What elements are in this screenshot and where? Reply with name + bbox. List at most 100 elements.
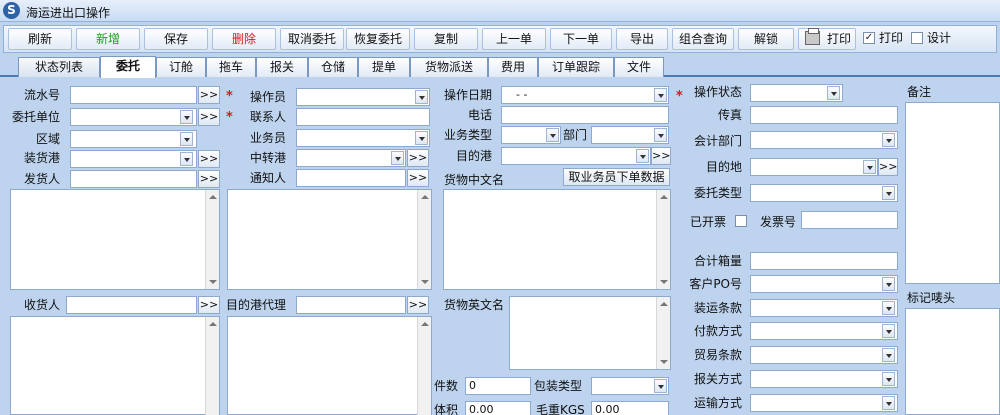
save-button[interactable]: 保存	[144, 28, 208, 50]
chevron-down-icon[interactable]	[391, 151, 404, 165]
consignee-textarea[interactable]	[10, 316, 220, 415]
transit-port-picker[interactable]: >>	[407, 149, 429, 167]
chevron-down-icon[interactable]	[882, 301, 895, 315]
area-select[interactable]	[70, 130, 197, 148]
chevron-down-icon[interactable]	[180, 132, 193, 146]
tab-status-list[interactable]: 状态列表	[18, 57, 100, 77]
tab-entrust[interactable]: 委托	[100, 56, 156, 78]
chevron-down-icon[interactable]	[415, 131, 428, 145]
combo-query-button[interactable]: 组合查询	[672, 28, 734, 50]
client-unit-select[interactable]	[70, 108, 197, 126]
customs-method-select[interactable]	[750, 370, 898, 388]
tab-customs[interactable]: 报关	[256, 57, 308, 77]
loading-port-picker[interactable]: >>	[198, 150, 220, 168]
print-checkbox[interactable]: ✓	[863, 32, 875, 44]
unlock-button[interactable]: 解锁	[738, 28, 794, 50]
chevron-down-icon[interactable]	[827, 86, 840, 100]
shipper-picker[interactable]: >>	[198, 170, 220, 188]
tab-trucking[interactable]: 拖车	[206, 57, 256, 77]
chevron-down-icon[interactable]	[863, 160, 876, 174]
serial-no-picker[interactable]: >>	[198, 86, 220, 104]
fetch-sales-data-button[interactable]: 取业务员下单数据	[563, 168, 670, 186]
prev-button[interactable]: 上一单	[482, 28, 546, 50]
dest-agent-scrollbar[interactable]	[417, 317, 431, 415]
chevron-down-icon[interactable]	[882, 372, 895, 386]
total-boxes-field[interactable]	[750, 252, 898, 270]
destination-picker[interactable]: >>	[878, 158, 898, 176]
dest-port-picker[interactable]: >>	[651, 147, 671, 165]
chevron-down-icon[interactable]	[654, 379, 667, 393]
tab-bill-of-lading[interactable]: 提单	[358, 57, 410, 77]
shipper-textarea[interactable]	[10, 189, 220, 290]
transit-port-select[interactable]	[296, 149, 406, 167]
destination-select[interactable]	[750, 158, 878, 176]
copy-button[interactable]: 复制	[414, 28, 478, 50]
chevron-down-icon[interactable]	[882, 133, 895, 147]
chevron-down-icon[interactable]	[882, 186, 895, 200]
pieces-field[interactable]: 0	[465, 377, 531, 395]
cargo-en-textarea[interactable]	[509, 296, 671, 370]
loading-terms-select[interactable]	[750, 299, 898, 317]
chevron-down-icon[interactable]	[882, 396, 895, 410]
dest-agent-textarea[interactable]	[227, 316, 432, 415]
invoiced-checkbox[interactable]	[735, 215, 747, 227]
cancel-entrust-button[interactable]: 取消委托	[280, 28, 344, 50]
loading-port-select[interactable]	[70, 150, 197, 168]
tab-cargo-delivery[interactable]: 货物派送	[410, 57, 488, 77]
fax-field[interactable]	[750, 106, 898, 124]
shipper-field[interactable]	[70, 170, 197, 188]
phone-field[interactable]	[501, 106, 669, 124]
op-date-field[interactable]: - -	[501, 86, 669, 104]
design-checkbox[interactable]	[911, 32, 923, 44]
chevron-down-icon[interactable]	[654, 88, 667, 102]
entrust-type-select[interactable]	[750, 184, 898, 202]
chevron-down-icon[interactable]	[180, 152, 193, 166]
remarks-textarea[interactable]	[905, 102, 1000, 284]
consignee-field[interactable]	[66, 296, 197, 314]
export-button[interactable]: 导出	[616, 28, 668, 50]
new-button[interactable]: 新增	[76, 28, 140, 50]
delete-button[interactable]: 删除	[212, 28, 276, 50]
restore-entrust-button[interactable]: 恢复委托	[346, 28, 410, 50]
tab-files[interactable]: 文件	[614, 57, 664, 77]
invoice-no-field[interactable]	[801, 211, 898, 229]
consignee-scrollbar[interactable]	[205, 317, 219, 415]
dest-agent-field[interactable]	[296, 296, 406, 314]
chevron-down-icon[interactable]	[546, 128, 559, 142]
tab-order-tracking[interactable]: 订单跟踪	[538, 57, 614, 77]
chevron-down-icon[interactable]	[882, 277, 895, 291]
acct-dept-select[interactable]	[750, 131, 898, 149]
payment-method-select[interactable]	[750, 322, 898, 340]
cargo-cn-scrollbar[interactable]	[656, 190, 670, 289]
gross-weight-field[interactable]: 0.00	[591, 401, 669, 415]
cargo-en-scrollbar[interactable]	[656, 297, 670, 369]
chevron-down-icon[interactable]	[415, 90, 428, 104]
volume-field[interactable]: 0.00	[465, 401, 531, 415]
transport-method-select[interactable]	[750, 394, 898, 412]
notify-scrollbar[interactable]	[417, 190, 431, 289]
operator-select[interactable]	[296, 88, 430, 106]
notify-textarea[interactable]	[227, 189, 432, 290]
notify-field[interactable]	[296, 169, 406, 187]
dest-port-select[interactable]	[501, 147, 651, 165]
refresh-button[interactable]: 刷新	[8, 28, 72, 50]
tab-booking[interactable]: 订舱	[156, 57, 206, 77]
cargo-cn-textarea[interactable]	[443, 189, 671, 290]
serial-no-field[interactable]	[70, 86, 197, 104]
chevron-down-icon[interactable]	[180, 110, 193, 124]
chevron-down-icon[interactable]	[654, 128, 667, 142]
consignee-picker[interactable]: >>	[198, 296, 220, 314]
next-button[interactable]: 下一单	[550, 28, 612, 50]
tab-warehouse[interactable]: 仓储	[308, 57, 358, 77]
chevron-down-icon[interactable]	[636, 149, 649, 163]
salesman-select[interactable]	[296, 129, 430, 147]
shipper-scrollbar[interactable]	[205, 190, 219, 289]
marks-textarea[interactable]	[905, 308, 1000, 415]
tab-fees[interactable]: 费用	[488, 57, 538, 77]
chevron-down-icon[interactable]	[882, 348, 895, 362]
customer-po-select[interactable]	[750, 275, 898, 293]
trade-terms-select[interactable]	[750, 346, 898, 364]
client-unit-picker[interactable]: >>	[198, 108, 220, 126]
notify-picker[interactable]: >>	[407, 169, 429, 187]
contact-field[interactable]	[296, 108, 430, 126]
